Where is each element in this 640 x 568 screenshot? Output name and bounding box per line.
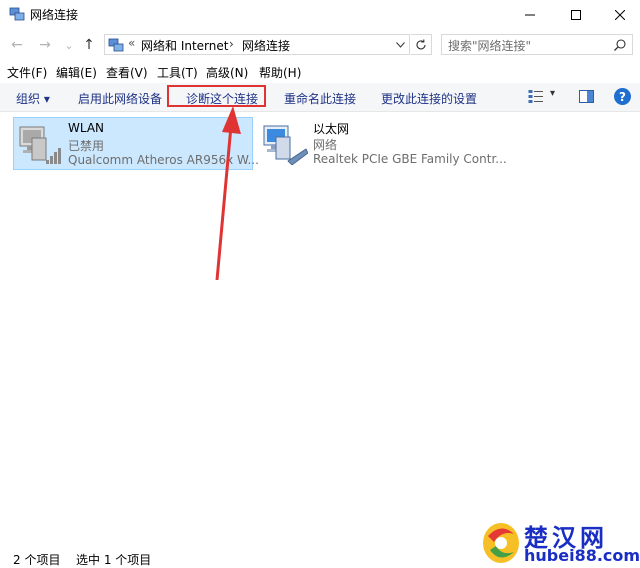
menu-view[interactable]: 查看(V): [106, 64, 148, 81]
selection-status: 选中 1 个项目: [76, 553, 152, 567]
view-options-icon[interactable]: [528, 89, 544, 104]
chevron-down-icon: [395, 41, 405, 48]
ethernet-adapter-icon: [263, 125, 308, 165]
minimize-button[interactable]: [508, 0, 552, 30]
chevron-down-icon: ⌄: [64, 38, 74, 52]
command-bar: 组织 ▾ 启用此网络设备 诊断这个连接 重命名此连接 更改此连接的设置 ▾ ?: [0, 83, 640, 112]
title-bar: 网络连接: [0, 0, 640, 30]
breadcrumb-network-connections[interactable]: 网络连接: [242, 37, 290, 54]
connection-device: Realtek PCIe GBE Family Contr...: [313, 152, 507, 166]
connection-name: WLAN: [68, 121, 105, 135]
address-dropdown-button[interactable]: [391, 35, 409, 54]
forward-button[interactable]: →: [36, 35, 54, 55]
watermark-logo-icon: [483, 523, 519, 563]
preview-pane-icon[interactable]: [579, 90, 594, 103]
menu-help[interactable]: 帮助(H): [259, 64, 301, 81]
help-label: ?: [619, 89, 626, 104]
minimize-icon: [525, 14, 535, 16]
menu-tools[interactable]: 工具(T): [157, 64, 198, 81]
breadcrumb-network-internet[interactable]: 网络和 Internet: [141, 37, 228, 54]
maximize-button[interactable]: [554, 0, 598, 30]
rename-connection-button[interactable]: 重命名此连接: [284, 90, 356, 107]
network-connections-icon: [108, 38, 124, 52]
wireless-adapter-icon: [19, 126, 61, 164]
enable-device-button[interactable]: 启用此网络设备: [78, 90, 162, 107]
refresh-icon: [416, 39, 426, 49]
view-options-dropdown-icon[interactable]: ▾: [550, 88, 555, 99]
watermark-url: hubei88.com: [524, 546, 640, 565]
connection-status: 网络: [313, 138, 338, 152]
refresh-button[interactable]: [411, 34, 432, 55]
close-button[interactable]: [598, 0, 640, 30]
search-box[interactable]: 搜索"网络连接": [441, 34, 633, 55]
up-arrow-icon: ↑: [83, 37, 95, 53]
help-icon[interactable]: ?: [614, 88, 631, 105]
overflow-chevron-icon[interactable]: «: [128, 36, 135, 50]
address-bar[interactable]: « 网络和 Internet › 网络连接: [104, 34, 410, 55]
item-count-status: 2 个项目: [13, 553, 61, 567]
change-settings-button[interactable]: 更改此连接的设置: [381, 90, 477, 107]
menu-advanced[interactable]: 高级(N): [206, 64, 248, 81]
connection-status: 已禁用: [68, 139, 105, 153]
recent-locations-button[interactable]: ⌄: [60, 35, 78, 55]
back-arrow-icon: ←: [11, 37, 23, 53]
red-arrow-annotation: [215, 106, 241, 281]
watermark: 楚汉网 hubei88.com: [480, 518, 640, 568]
forward-arrow-icon: →: [39, 37, 51, 53]
organize-button[interactable]: 组织 ▾: [16, 90, 50, 107]
connection-name: 以太网: [313, 122, 350, 136]
maximize-icon: [571, 10, 581, 20]
menu-file[interactable]: 文件(F): [7, 64, 47, 81]
search-icon[interactable]: [613, 38, 627, 52]
breadcrumb-separator-icon[interactable]: ›: [229, 37, 234, 51]
up-button[interactable]: ↑: [80, 35, 98, 55]
connection-item-ethernet[interactable]: 以太网 网络 Realtek PCIe GBE Family Contr...: [258, 117, 507, 170]
search-input[interactable]: 搜索"网络连接": [448, 37, 531, 54]
network-connections-icon: [9, 7, 25, 21]
menu-edit[interactable]: 编辑(E): [56, 64, 97, 81]
close-icon: [615, 10, 625, 20]
window-title: 网络连接: [30, 8, 79, 22]
back-button[interactable]: ←: [8, 35, 26, 55]
